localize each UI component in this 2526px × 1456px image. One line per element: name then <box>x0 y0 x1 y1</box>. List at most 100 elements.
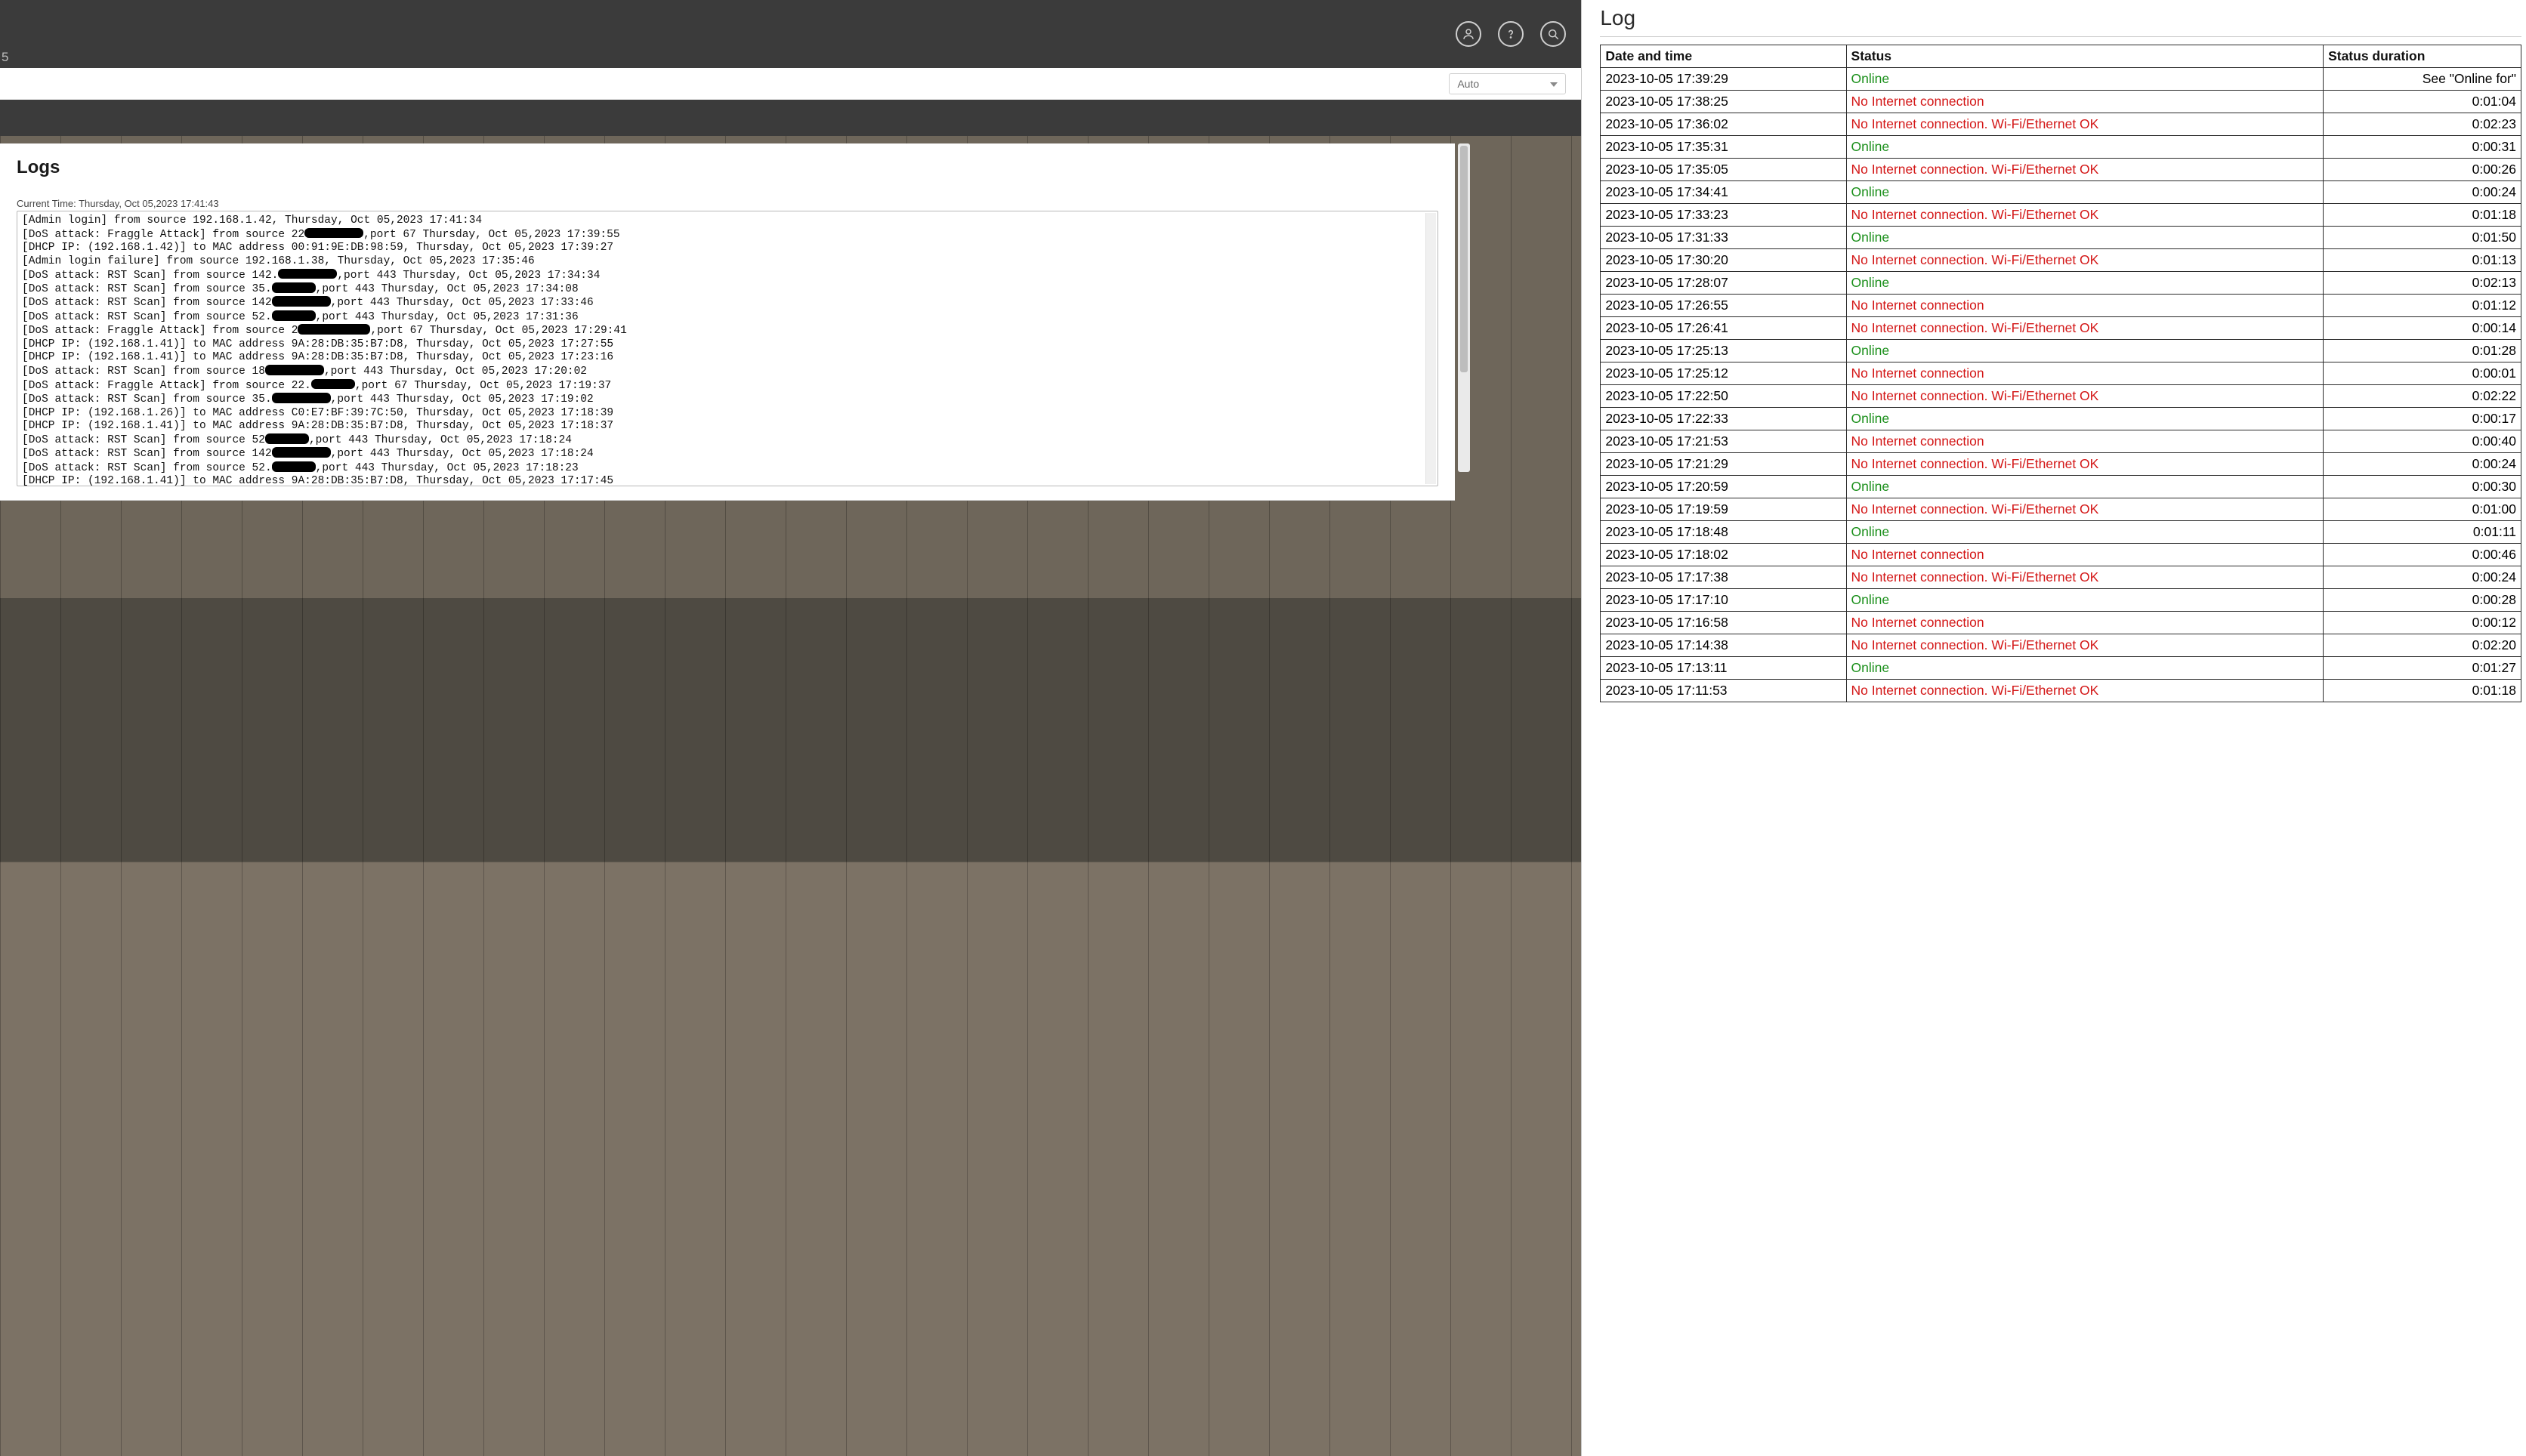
panel-scrollbar-thumb[interactable] <box>1460 146 1468 372</box>
cell-datetime: 2023-10-05 17:31:33 <box>1601 227 1846 249</box>
cell-duration: See "Online for" <box>2324 68 2521 91</box>
header-stray-text: 5 <box>2 50 8 65</box>
router-admin-panel: 5 Auto Logs Current Time: Thursday, Oct … <box>0 0 1581 1456</box>
cell-datetime: 2023-10-05 17:16:58 <box>1601 612 1846 634</box>
col-status: Status <box>1846 45 2324 68</box>
cell-datetime: 2023-10-05 17:18:02 <box>1601 544 1846 566</box>
cell-status: No Internet connection <box>1846 91 2324 113</box>
cell-duration: 0:01:13 <box>2324 249 2521 272</box>
table-row: 2023-10-05 17:34:41Online0:00:24 <box>1601 181 2521 204</box>
redaction <box>272 310 316 321</box>
log-line: [DoS attack: RST Scan] from source 52,po… <box>22 433 1433 447</box>
log-line: [DHCP IP: (192.168.1.26)] to MAC address… <box>22 407 1433 421</box>
redaction <box>304 228 363 239</box>
log-line: [DoS attack: RST Scan] from source 35.,p… <box>22 393 1433 406</box>
table-row: 2023-10-05 17:26:55No Internet connectio… <box>1601 295 2521 317</box>
redaction <box>272 461 316 472</box>
table-row: 2023-10-05 17:22:50No Internet connectio… <box>1601 385 2521 408</box>
table-row: 2023-10-05 17:18:02No Internet connectio… <box>1601 544 2521 566</box>
search-icon[interactable] <box>1540 21 1566 47</box>
cell-duration: 0:00:31 <box>2324 136 2521 159</box>
log-line: [DoS attack: RST Scan] from source 52.,p… <box>22 310 1433 324</box>
cell-duration: 0:00:24 <box>2324 453 2521 476</box>
cell-duration: 0:00:46 <box>2324 544 2521 566</box>
cell-duration: 0:01:27 <box>2324 657 2521 680</box>
cell-status: No Internet connection <box>1846 295 2324 317</box>
cell-duration: 0:00:28 <box>2324 589 2521 612</box>
redaction <box>272 282 316 293</box>
redaction <box>278 269 337 279</box>
table-row: 2023-10-05 17:25:13Online0:01:28 <box>1601 340 2521 362</box>
logs-textarea[interactable]: [Admin login] from source 192.168.1.42, … <box>17 211 1438 486</box>
table-row: 2023-10-05 17:31:33Online0:01:50 <box>1601 227 2521 249</box>
router-header <box>0 0 1581 68</box>
cell-duration: 0:01:11 <box>2324 521 2521 544</box>
user-icon[interactable] <box>1456 21 1481 47</box>
cell-duration: 0:00:01 <box>2324 362 2521 385</box>
cell-status: No Internet connection <box>1846 430 2324 453</box>
panel-scrollbar[interactable] <box>1458 143 1470 472</box>
cell-status: No Internet connection. Wi-Fi/Ethernet O… <box>1846 385 2324 408</box>
redaction <box>272 447 331 458</box>
cell-duration: 0:00:24 <box>2324 566 2521 589</box>
logs-title: Logs <box>17 157 1438 178</box>
cell-datetime: 2023-10-05 17:17:10 <box>1601 589 1846 612</box>
cell-datetime: 2023-10-05 17:28:07 <box>1601 272 1846 295</box>
cell-datetime: 2023-10-05 17:22:50 <box>1601 385 1846 408</box>
table-row: 2023-10-05 17:30:20No Internet connectio… <box>1601 249 2521 272</box>
log-line: [DHCP IP: (192.168.1.41)] to MAC address… <box>22 475 1433 486</box>
cell-duration: 0:00:12 <box>2324 612 2521 634</box>
table-row: 2023-10-05 17:17:38No Internet connectio… <box>1601 566 2521 589</box>
cell-datetime: 2023-10-05 17:21:29 <box>1601 453 1846 476</box>
refresh-mode-select[interactable]: Auto <box>1449 73 1566 94</box>
cell-status: No Internet connection. Wi-Fi/Ethernet O… <box>1846 249 2324 272</box>
help-icon[interactable] <box>1498 21 1524 47</box>
cell-status: No Internet connection <box>1846 362 2324 385</box>
cell-datetime: 2023-10-05 17:11:53 <box>1601 680 1846 702</box>
cell-datetime: 2023-10-05 17:22:33 <box>1601 408 1846 430</box>
log-line: [Admin login failure] from source 192.16… <box>22 255 1433 269</box>
cell-datetime: 2023-10-05 17:20:59 <box>1601 476 1846 498</box>
cell-datetime: 2023-10-05 17:34:41 <box>1601 181 1846 204</box>
cell-datetime: 2023-10-05 17:25:13 <box>1601 340 1846 362</box>
log-line: [DoS attack: Fraggle Attack] from source… <box>22 324 1433 338</box>
table-row: 2023-10-05 17:26:41No Internet connectio… <box>1601 317 2521 340</box>
table-row: 2023-10-05 17:38:25No Internet connectio… <box>1601 91 2521 113</box>
col-duration: Status duration <box>2324 45 2521 68</box>
log-line: [DoS attack: Fraggle Attack] from source… <box>22 228 1433 242</box>
redaction <box>265 433 309 444</box>
cell-datetime: 2023-10-05 17:35:31 <box>1601 136 1846 159</box>
cell-datetime: 2023-10-05 17:39:29 <box>1601 68 1846 91</box>
logs-scrollbar[interactable] <box>1425 213 1436 484</box>
log-line: [DHCP IP: (192.168.1.41)] to MAC address… <box>22 338 1433 352</box>
cell-duration: 0:02:13 <box>2324 272 2521 295</box>
redaction <box>272 393 331 403</box>
cell-datetime: 2023-10-05 17:21:53 <box>1601 430 1846 453</box>
cell-status: No Internet connection. Wi-Fi/Ethernet O… <box>1846 634 2324 657</box>
table-row: 2023-10-05 17:11:53No Internet connectio… <box>1601 680 2521 702</box>
log-line: [DoS attack: RST Scan] from source 142,p… <box>22 296 1433 310</box>
cell-status: Online <box>1846 227 2324 249</box>
log-line: [DHCP IP: (192.168.1.41)] to MAC address… <box>22 351 1433 365</box>
cell-status: No Internet connection <box>1846 612 2324 634</box>
cell-status: Online <box>1846 521 2324 544</box>
log-line: [DHCP IP: (192.168.1.42)] to MAC address… <box>22 242 1433 255</box>
cell-duration: 0:00:17 <box>2324 408 2521 430</box>
cell-datetime: 2023-10-05 17:18:48 <box>1601 521 1846 544</box>
router-tabbar <box>0 100 1581 136</box>
log-line: [DoS attack: Fraggle Attack] from source… <box>22 379 1433 393</box>
router-subheader: Auto <box>0 68 1581 100</box>
cell-duration: 0:01:12 <box>2324 295 2521 317</box>
log-line: [DoS attack: RST Scan] from source 18,po… <box>22 365 1433 378</box>
cell-status: Online <box>1846 657 2324 680</box>
log-line: [DHCP IP: (192.168.1.41)] to MAC address… <box>22 420 1433 433</box>
table-row: 2023-10-05 17:28:07Online0:02:13 <box>1601 272 2521 295</box>
cell-duration: 0:00:14 <box>2324 317 2521 340</box>
cell-duration: 0:00:40 <box>2324 430 2521 453</box>
log-line: [DoS attack: RST Scan] from source 35.,p… <box>22 282 1433 296</box>
table-row: 2023-10-05 17:21:29No Internet connectio… <box>1601 453 2521 476</box>
cell-status: Online <box>1846 68 2324 91</box>
cell-status: Online <box>1846 272 2324 295</box>
cell-status: No Internet connection. Wi-Fi/Ethernet O… <box>1846 680 2324 702</box>
cell-status: Online <box>1846 589 2324 612</box>
